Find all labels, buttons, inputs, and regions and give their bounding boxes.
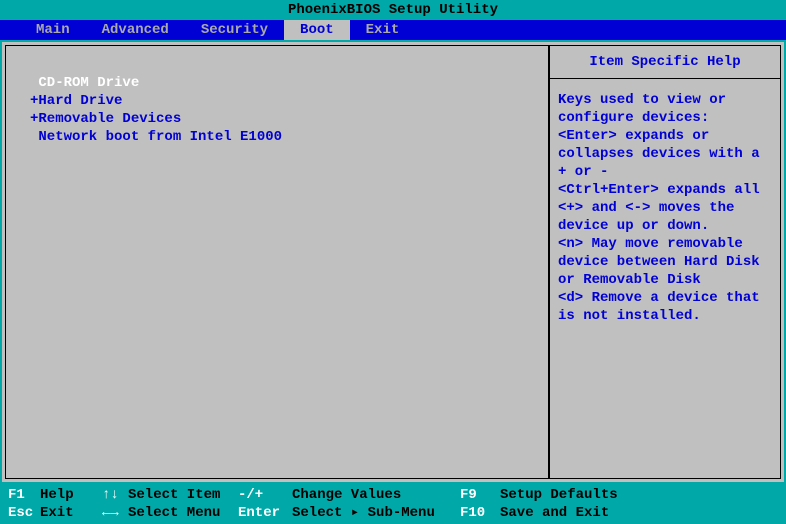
- help-panel: Item Specific Help Keys used to view or …: [549, 45, 781, 479]
- label-select-submenu: Select ▸ Sub-Menu: [292, 504, 460, 522]
- tab-advanced[interactable]: Advanced: [86, 20, 185, 40]
- label-setup-defaults: Setup Defaults: [500, 486, 618, 504]
- menu-bar: Main Advanced Security Boot Exit: [0, 20, 786, 40]
- boot-item-harddrive[interactable]: +Hard Drive: [30, 92, 540, 110]
- help-title: Item Specific Help: [549, 45, 781, 78]
- label-change-values: Change Values: [292, 486, 460, 504]
- help-body: Keys used to view or configure devices:<…: [549, 78, 781, 479]
- boot-item-removable[interactable]: +Removable Devices: [30, 110, 540, 128]
- key-f9[interactable]: F9: [460, 486, 500, 504]
- label-exit: Exit: [40, 504, 96, 522]
- label-help: Help: [40, 486, 96, 504]
- tab-exit[interactable]: Exit: [350, 20, 416, 40]
- arrows-leftright-icon: ←→: [102, 504, 128, 522]
- key-esc[interactable]: Esc: [8, 504, 40, 522]
- footer-bar: F1 Help ↑↓ Select Item -/+ Change Values…: [0, 484, 786, 524]
- content-area: CD-ROM Drive +Hard Drive +Removable Devi…: [0, 40, 786, 484]
- boot-item-cdrom[interactable]: CD-ROM Drive: [30, 74, 540, 92]
- title-bar: PhoenixBIOS Setup Utility: [0, 0, 786, 20]
- tab-security[interactable]: Security: [185, 20, 284, 40]
- arrows-updown-icon: ↑↓: [102, 486, 128, 504]
- label-select-item: Select Item: [128, 486, 238, 504]
- label-select-menu: Select Menu: [128, 504, 238, 522]
- key-plusminus[interactable]: -/+: [238, 486, 292, 504]
- app-title: PhoenixBIOS Setup Utility: [288, 2, 498, 18]
- key-enter[interactable]: Enter: [238, 504, 292, 522]
- key-f10[interactable]: F10: [460, 504, 500, 522]
- tab-boot[interactable]: Boot: [284, 20, 350, 40]
- label-save-exit: Save and Exit: [500, 504, 609, 522]
- key-f1[interactable]: F1: [8, 486, 40, 504]
- boot-order-panel: CD-ROM Drive +Hard Drive +Removable Devi…: [5, 45, 549, 479]
- tab-main[interactable]: Main: [20, 20, 86, 40]
- boot-item-network[interactable]: Network boot from Intel E1000: [30, 128, 540, 146]
